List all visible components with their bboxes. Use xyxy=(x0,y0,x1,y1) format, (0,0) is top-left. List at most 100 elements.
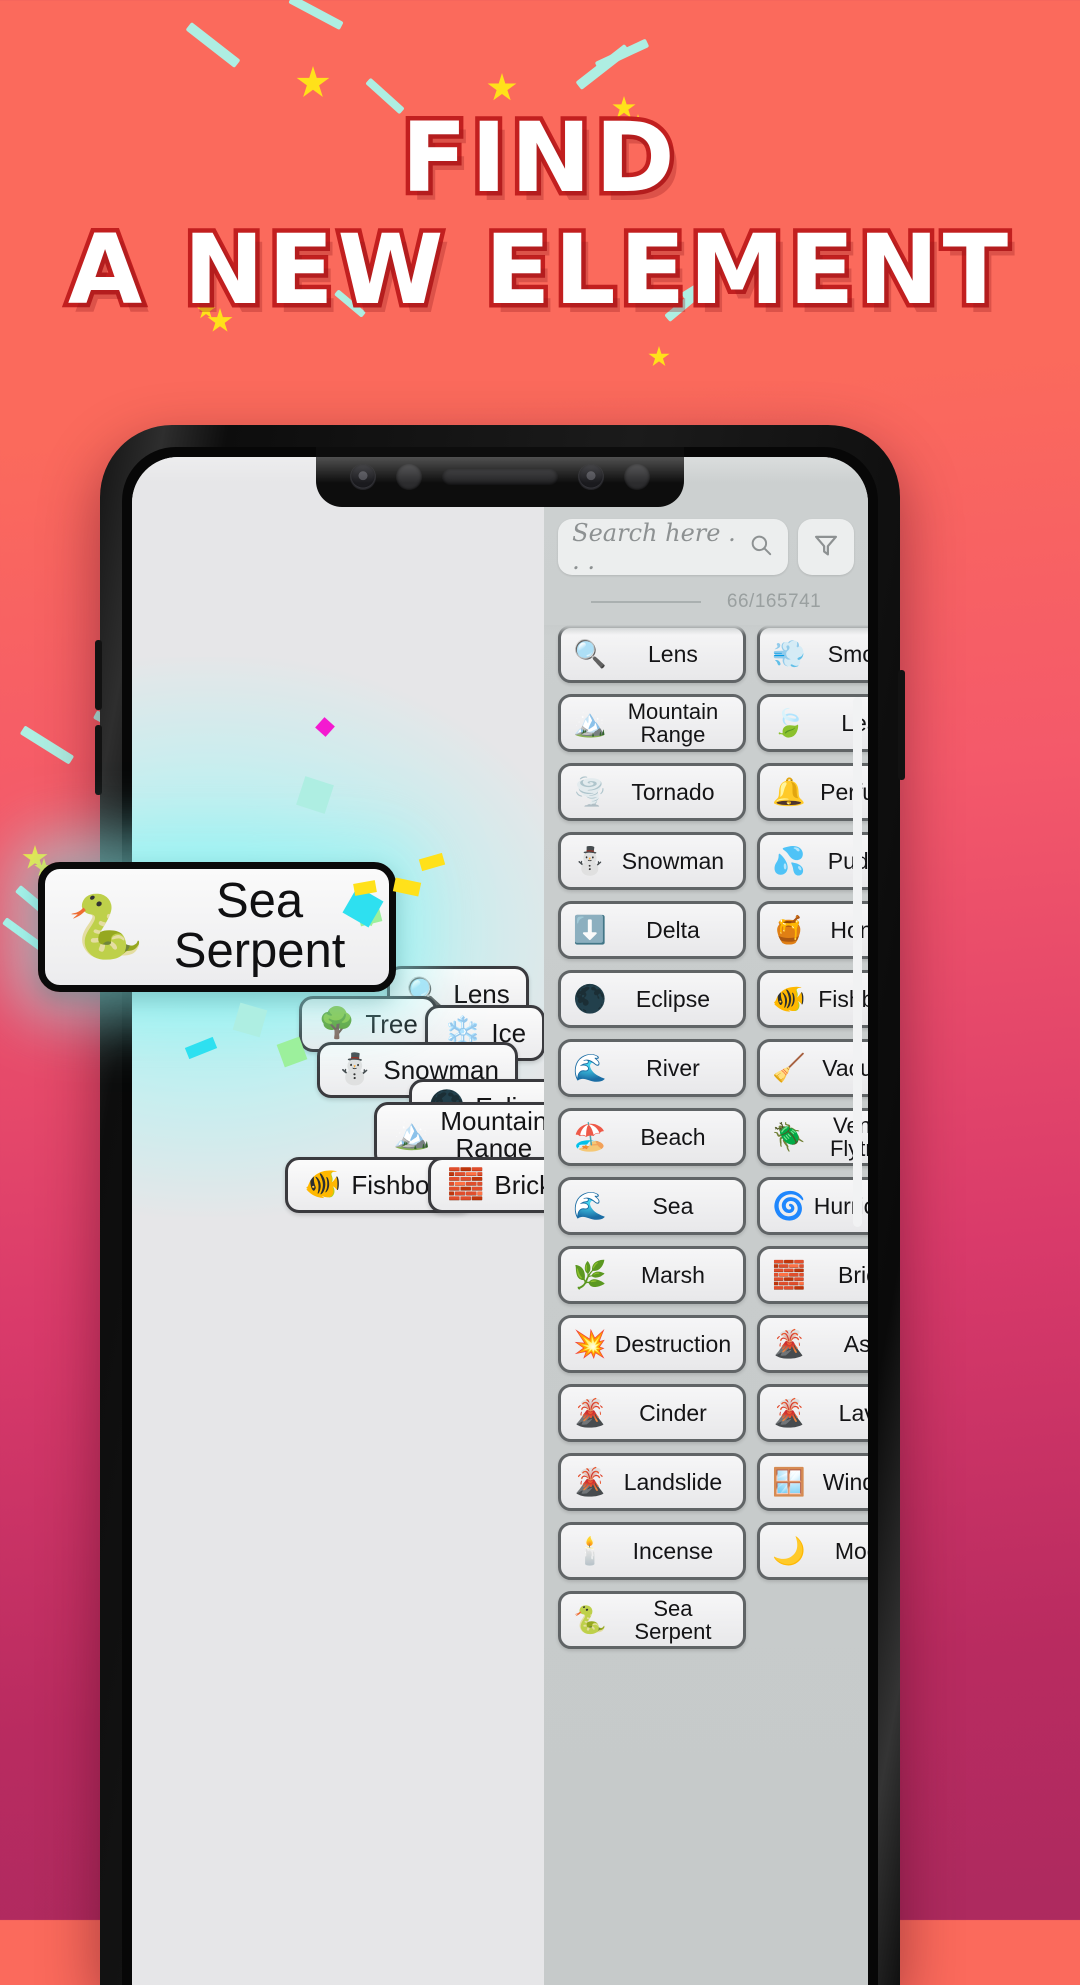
confetti-streak xyxy=(288,0,344,31)
discovered-element-label: Sea Serpent xyxy=(173,874,346,978)
confetti-star xyxy=(296,66,330,97)
element-emoji-icon: 🍃 xyxy=(772,707,806,738)
phone-notch xyxy=(316,447,684,507)
element-list-item[interactable]: 🔔Perfume xyxy=(757,763,868,821)
element-list-item[interactable]: 🐍 Sea Serpent xyxy=(558,1591,747,1649)
element-label: Smoke xyxy=(827,640,868,667)
element-emoji-icon: 🧱 xyxy=(772,1259,806,1290)
counter-text: 66/165741 xyxy=(726,591,822,612)
element-list-item[interactable]: 💦Puddle xyxy=(757,832,868,890)
element-grid: 🔍 Lens 💨 Smoke 🏔️ Mountain Range 🍃Leaf 🌪️ Tornad… xyxy=(544,625,868,1649)
element-emoji-icon: 🌋 xyxy=(573,1397,607,1428)
element-list-item[interactable]: 🪲Venus Flytrap xyxy=(757,1108,868,1166)
element-list-item[interactable]: 🌿 Marsh xyxy=(558,1246,747,1304)
element-list-item[interactable]: 🌋 Ash xyxy=(757,1315,868,1373)
element-label: Delta xyxy=(646,916,700,943)
element-emoji-icon: 🌑 xyxy=(573,983,607,1014)
element-label: Sea Serpent xyxy=(634,1595,712,1644)
element-emoji-icon: 🌊 xyxy=(573,1052,607,1083)
headline-line-1: FIND xyxy=(397,102,679,214)
confetti-streak xyxy=(575,43,631,91)
element-list-item[interactable]: 🌋 Landslide xyxy=(558,1453,747,1511)
element-emoji-icon: 🔍 xyxy=(573,638,607,669)
element-list-item[interactable]: 🌊 River xyxy=(558,1039,747,1097)
element-list-item[interactable]: 💥 Destruction xyxy=(558,1315,747,1373)
element-list-item[interactable]: 🧱 Brick xyxy=(757,1246,868,1304)
sea-serpent-icon: 🐍 xyxy=(67,892,145,962)
element-emoji-icon: 🧱 xyxy=(447,1168,485,1201)
search-input[interactable]: Search here . . . xyxy=(558,519,788,575)
element-list-item[interactable]: 🕯️ Incense xyxy=(558,1522,747,1580)
element-emoji-icon: 🌋 xyxy=(772,1397,806,1428)
element-emoji-icon: 💨 xyxy=(772,638,806,669)
element-list-item[interactable]: 🌪️ Tornado xyxy=(558,763,747,821)
element-list-item[interactable]: 💨 Smoke xyxy=(757,625,868,683)
element-list-item[interactable]: 🌀Hurricane xyxy=(757,1177,868,1235)
element-label: Tornado xyxy=(631,778,715,805)
search-icon[interactable] xyxy=(748,532,774,563)
element-list-panel: Search here . . . 66/165741 🔍 Lens 💨 Sm … xyxy=(544,457,868,1985)
discovered-element-card[interactable]: 🐍 Sea Serpent xyxy=(38,862,396,992)
ambient-light-sensor-icon xyxy=(578,464,604,490)
headline: FIND A NEW ELEMENT xyxy=(0,102,1080,322)
search-row: Search here . . . xyxy=(544,519,868,575)
element-emoji-icon: 🐠 xyxy=(304,1168,342,1201)
element-list-item[interactable]: 🐠Fishbowl xyxy=(757,970,868,1028)
element-emoji-icon: 🌳 xyxy=(318,1007,356,1040)
element-label: Brick xyxy=(838,1261,868,1288)
front-camera-secondary-icon xyxy=(624,464,650,490)
list-scrollbar[interactable] xyxy=(852,697,862,1227)
crafting-canvas[interactable]: 🔍Lens🌳Tree❄️Ice⛄Snowman🌑Eclipse🏔️Mountai… xyxy=(132,457,545,1985)
element-label: Beach xyxy=(640,1123,706,1150)
element-emoji-icon: 🏔️ xyxy=(393,1118,431,1151)
element-list-item[interactable]: 🌋 Cinder xyxy=(558,1384,747,1442)
filter-button[interactable] xyxy=(797,519,854,575)
element-list-item[interactable]: 🏔️ Mountain Range xyxy=(558,694,747,752)
element-emoji-icon: 🌀 xyxy=(772,1190,806,1221)
element-emoji-icon: 🕯️ xyxy=(573,1535,607,1566)
element-emoji-icon: ⬇️ xyxy=(573,914,607,945)
element-label: River xyxy=(646,1054,700,1081)
element-list-item[interactable]: 🧹Vacuum xyxy=(757,1039,868,1097)
element-emoji-icon: 🧹 xyxy=(772,1052,806,1083)
volume-up-button[interactable] xyxy=(95,640,102,710)
element-emoji-icon: 🌋 xyxy=(573,1466,607,1497)
element-label: Moon xyxy=(834,1537,868,1564)
element-list-item[interactable]: 🪟 Window xyxy=(757,1453,868,1511)
power-button[interactable] xyxy=(898,670,905,780)
search-placeholder: Search here . . . xyxy=(572,519,736,575)
element-emoji-icon: 🌿 xyxy=(573,1259,607,1290)
phone-bezel: 🔍Lens🌳Tree❄️Ice⛄Snowman🌑Eclipse🏔️Mountai… xyxy=(122,447,878,1985)
element-list-item[interactable]: ⬇️ Delta xyxy=(558,901,747,959)
filter-icon xyxy=(812,531,840,564)
element-list-item[interactable]: 🏖️ Beach xyxy=(558,1108,747,1166)
element-emoji-icon: 🪲 xyxy=(772,1121,806,1152)
element-emoji-icon: 🌋 xyxy=(772,1328,806,1359)
element-emoji-icon: 💦 xyxy=(772,845,806,876)
element-emoji-icon: 🐍 xyxy=(573,1604,607,1635)
canvas-element-node[interactable]: 🧱 Brick xyxy=(428,1157,545,1213)
element-label: Lens xyxy=(648,640,698,667)
element-label: Mountain Range xyxy=(440,1106,545,1163)
confetti-streak xyxy=(594,38,650,71)
element-list-item[interactable]: ⛄ Snowman xyxy=(558,832,747,890)
element-emoji-icon: 🌪️ xyxy=(573,776,607,807)
element-label: Tree xyxy=(365,1008,418,1039)
element-list-item[interactable]: 🔍 Lens xyxy=(558,625,747,683)
element-list-item[interactable]: 🌊 Sea xyxy=(558,1177,747,1235)
element-list-item[interactable]: 🍯Honey xyxy=(757,901,868,959)
element-list-item[interactable]: 🌙 Moon xyxy=(757,1522,868,1580)
element-list-item[interactable]: 🍃Leaf xyxy=(757,694,868,752)
volume-down-button[interactable] xyxy=(95,725,102,795)
earpiece-speaker-icon xyxy=(442,469,558,485)
element-label: Eclipse xyxy=(635,985,711,1012)
element-label: Cinder xyxy=(639,1399,707,1426)
element-emoji-icon: 🏔️ xyxy=(573,707,607,738)
element-emoji-icon: 🐠 xyxy=(772,983,806,1014)
discovery-counter: 66/165741 xyxy=(544,591,868,613)
element-list-item[interactable]: 🌑 Eclipse xyxy=(558,970,747,1028)
element-label: Landslide xyxy=(623,1468,723,1495)
element-grid-scroll[interactable]: 🔍 Lens 💨 Smoke 🏔️ Mountain Range 🍃Leaf 🌪️ Tornad… xyxy=(544,625,868,1985)
phone-mockup: 🔍Lens🌳Tree❄️Ice⛄Snowman🌑Eclipse🏔️Mountai… xyxy=(95,425,905,1985)
element-list-item[interactable]: 🌋 Lava xyxy=(757,1384,868,1442)
